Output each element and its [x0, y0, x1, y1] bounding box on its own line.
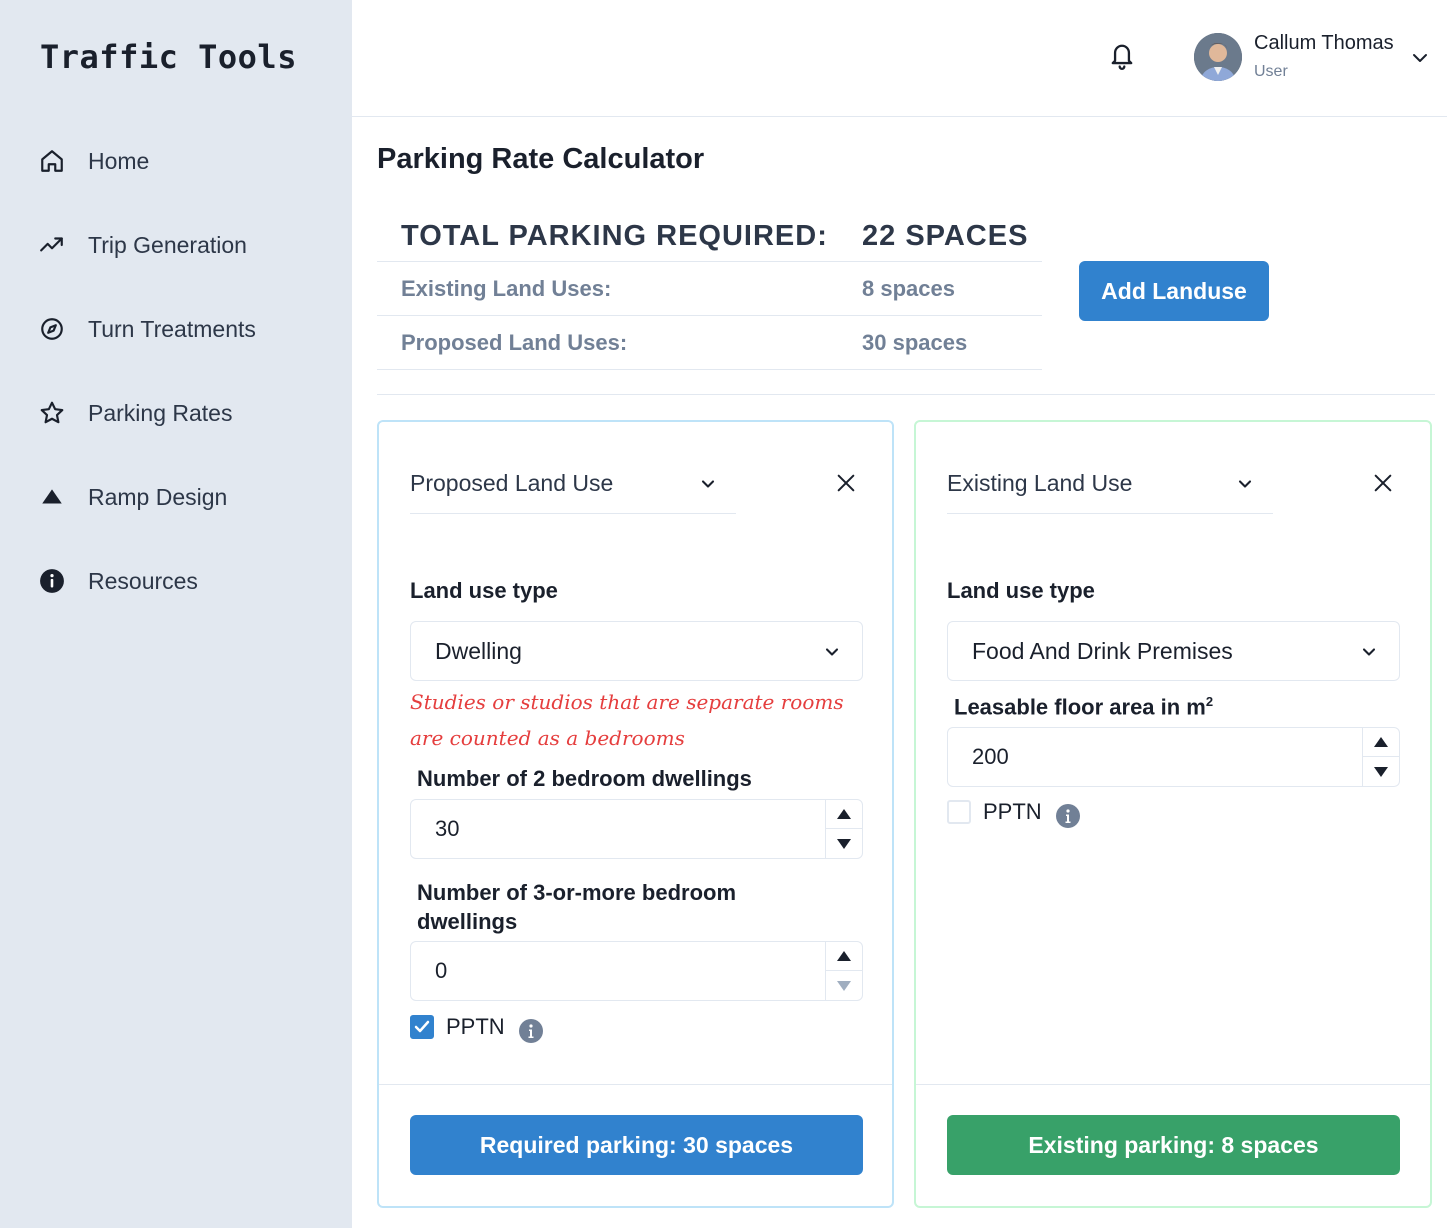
land-use-category-value: Proposed Land Use — [410, 470, 614, 496]
three-bedroom-label-line2: dwellings — [417, 909, 518, 934]
floor-area-label-text: Leasable floor area in m — [954, 694, 1206, 720]
total-value: 22 SPACES — [862, 220, 1029, 252]
quantity-stepper — [825, 942, 862, 1000]
close-icon[interactable] — [1372, 472, 1394, 494]
two-bedroom-label: Number of 2 bedroom dwellings — [417, 766, 752, 791]
pptn-label: PPTN — [446, 1014, 505, 1039]
land-use-category-value: Existing Land Use — [947, 470, 1133, 496]
quantity-stepper — [1362, 728, 1399, 786]
existing-parking-button[interactable]: Existing parking: 8 spaces — [947, 1115, 1400, 1175]
sidebar-item-home[interactable]: Home — [38, 141, 328, 181]
increment-icon[interactable] — [826, 800, 862, 829]
app-title: Traffic Tools — [40, 38, 297, 76]
pptn-checkbox[interactable] — [410, 1015, 434, 1039]
chevron-down-icon — [1235, 474, 1255, 494]
divider — [377, 394, 1435, 395]
sidebar-item-turn-treatments[interactable]: Turn Treatments — [38, 309, 328, 349]
decrement-icon[interactable] — [1363, 757, 1399, 786]
parking-summary: TOTAL PARKING REQUIRED: 22 SPACES Existi… — [377, 208, 1042, 370]
sidebar-item-ramp-design[interactable]: Ramp Design — [38, 477, 328, 517]
pptn-row: PPTN — [410, 1012, 543, 1043]
three-bedroom-value: 0 — [435, 958, 448, 983]
two-bedroom-value: 30 — [435, 816, 460, 841]
user-role: User — [1254, 63, 1288, 80]
land-use-type-value: Food And Drink Premises — [972, 638, 1233, 664]
summary-existing-row: Existing Land Uses: 8 spaces — [377, 262, 1042, 316]
land-use-category-select[interactable]: Proposed Land Use — [410, 462, 736, 514]
chevron-down-icon — [1359, 642, 1379, 662]
pptn-checkbox[interactable] — [947, 800, 971, 824]
info-icon[interactable] — [1055, 804, 1080, 828]
sidebar-item-label: Resources — [88, 567, 198, 594]
add-landuse-button[interactable]: Add Landuse — [1079, 261, 1269, 321]
three-bedroom-label: Number of 3-or-more bedroom dwellings — [417, 878, 736, 936]
three-bedroom-label-line1: Number of 3-or-more bedroom — [417, 880, 737, 905]
info-icon[interactable] — [518, 1019, 543, 1043]
chevron-down-icon — [822, 642, 842, 662]
summary-total-row: TOTAL PARKING REQUIRED: 22 SPACES — [377, 208, 1042, 262]
existing-label: Existing Land Uses: — [401, 276, 612, 301]
check-icon — [414, 1020, 430, 1033]
bedroom-note: Studies or studios that are separate roo… — [410, 690, 844, 750]
total-label: TOTAL PARKING REQUIRED: — [401, 220, 828, 252]
sidebar-item-label: Parking Rates — [88, 399, 233, 426]
sidebar-item-label: Turn Treatments — [88, 315, 256, 342]
floor-area-unit-sup: 2 — [1205, 694, 1214, 709]
required-parking-button[interactable]: Required parking: 30 spaces — [410, 1115, 863, 1175]
trending-up-icon — [38, 231, 66, 259]
sidebar-item-label: Home — [88, 147, 150, 174]
land-use-type-select[interactable]: Food And Drink Premises — [947, 621, 1400, 681]
pptn-row: PPTN — [947, 797, 1080, 828]
page-title: Parking Rate Calculator — [377, 143, 705, 175]
chevron-down-icon[interactable] — [1408, 46, 1432, 70]
land-use-category-select[interactable]: Existing Land Use — [947, 462, 1273, 514]
close-icon[interactable] — [835, 472, 857, 494]
proposed-land-use-card: Proposed Land Use Land use type Dwelling… — [377, 420, 894, 1208]
existing-land-use-card: Existing Land Use Land use type Food And… — [914, 420, 1432, 1208]
land-use-type-value: Dwelling — [435, 638, 522, 664]
quantity-stepper — [825, 800, 862, 858]
sidebar-item-label: Trip Generation — [88, 231, 247, 258]
compass-icon — [38, 315, 66, 343]
existing-value: 8 spaces — [862, 276, 955, 301]
land-use-type-select[interactable]: Dwelling — [410, 621, 863, 681]
card-footer-divider — [916, 1084, 1430, 1085]
sidebar: Traffic Tools Home Trip Generation Turn … — [0, 0, 352, 1228]
avatar[interactable] — [1194, 33, 1242, 81]
bell-icon[interactable] — [1108, 40, 1136, 72]
increment-icon[interactable] — [1363, 728, 1399, 757]
decrement-icon[interactable] — [826, 971, 862, 1000]
land-use-type-label: Land use type — [947, 578, 1095, 603]
user-name[interactable]: Callum Thomas — [1254, 32, 1394, 55]
card-footer-divider — [379, 1084, 892, 1085]
home-icon — [38, 147, 66, 175]
star-icon — [38, 399, 66, 427]
proposed-label: Proposed Land Uses: — [401, 330, 628, 355]
sidebar-item-parking-rates[interactable]: Parking Rates — [38, 393, 328, 433]
sidebar-item-trip-generation[interactable]: Trip Generation — [38, 225, 328, 265]
triangle-up-icon — [38, 483, 66, 511]
top-header: Callum Thomas User — [352, 0, 1447, 117]
three-bedroom-input[interactable]: 0 — [410, 941, 863, 1001]
chevron-down-icon — [698, 474, 718, 494]
summary-proposed-row: Proposed Land Uses: 30 spaces — [377, 316, 1042, 370]
pptn-label: PPTN — [983, 799, 1042, 824]
land-use-type-label: Land use type — [410, 578, 558, 603]
floor-area-input[interactable]: 200 — [947, 727, 1400, 787]
sidebar-item-label: Ramp Design — [88, 483, 228, 510]
increment-icon[interactable] — [826, 942, 862, 971]
sidebar-item-resources[interactable]: Resources — [38, 561, 328, 601]
floor-area-label: Leasable floor area in m2 — [954, 694, 1213, 720]
decrement-icon[interactable] — [826, 829, 862, 858]
proposed-value: 30 spaces — [862, 330, 968, 355]
floor-area-value: 200 — [972, 744, 1009, 769]
two-bedroom-input[interactable]: 30 — [410, 799, 863, 859]
info-circle-icon — [38, 567, 66, 595]
